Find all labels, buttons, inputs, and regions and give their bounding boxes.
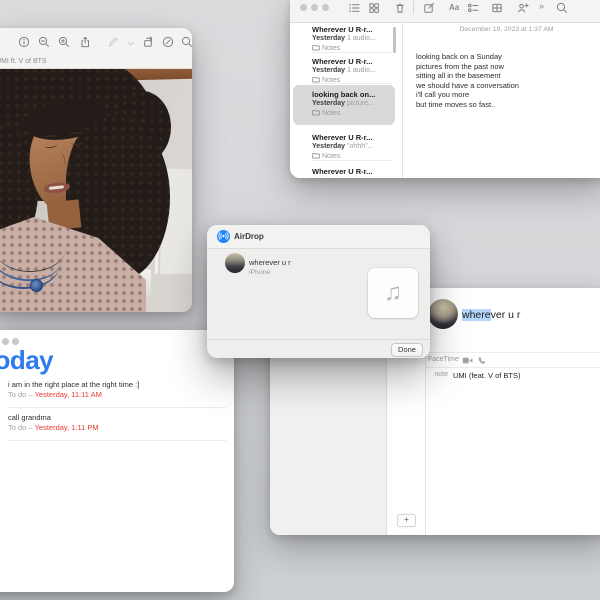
airdrop-dialog: AirDrop wherever u r iPhone ♫ Done: [207, 225, 430, 358]
airdrop-header: AirDrop: [207, 225, 430, 249]
note-text-line: i'll call you more: [416, 90, 469, 99]
note-text-line: sitting all in the basement: [416, 71, 501, 80]
reminder-time: Yesterday, 11:11 AM: [35, 390, 102, 399]
reminders-heading: Today: [0, 345, 53, 376]
annotate-icon[interactable]: [162, 36, 174, 48]
shared-file-tile: ♫: [368, 268, 418, 318]
blue-pendant: [30, 279, 43, 292]
note-text-line: looking back on a Sunday: [416, 52, 502, 61]
list-separator: [8, 440, 226, 441]
preview-window-title: UMI ft. V of BTS: [0, 58, 47, 65]
minimize-button[interactable]: [2, 338, 9, 345]
note-field-value[interactable]: UMI (feat. V of BTS): [453, 371, 521, 380]
note-date: December 19, 2023 at 1:37 AM: [403, 26, 600, 33]
preview-toolbar: [0, 28, 192, 56]
folder-icon-label: Notes: [322, 45, 340, 52]
phone-call-icon[interactable]: [477, 356, 486, 365]
preview-title-strip: UMI ft. V of BTS: [0, 56, 192, 69]
search-icon[interactable]: [556, 2, 568, 14]
list-separator: [312, 52, 392, 53]
toolbar-divider: [413, 1, 414, 14]
reminder-title: call grandma: [8, 413, 51, 422]
reminder-meta: To do – Yesterday, 11:11 AM: [8, 390, 102, 399]
row-separator: [426, 352, 600, 353]
info-icon[interactable]: [18, 36, 30, 48]
desktop: UMI ft. V of BTS: [0, 0, 600, 600]
chevron-down-icon[interactable]: [125, 38, 137, 50]
notes-toolbar: Aa »: [290, 0, 600, 23]
folder-icon-label: Notes: [322, 153, 340, 160]
contact-name[interactable]: wherever u r: [462, 309, 520, 321]
reminder-meta: To do – Yesterday, 1:11 PM: [8, 423, 99, 432]
list-separator: [8, 407, 226, 408]
row-separator: [426, 367, 600, 368]
add-contact-button[interactable]: +: [397, 514, 416, 527]
music-note-icon: ♫: [384, 279, 402, 307]
list-view-icon[interactable]: [348, 2, 360, 14]
collaborate-icon[interactable]: [517, 2, 529, 14]
gallery-view-icon[interactable]: [368, 2, 380, 14]
reminder-title: i am in the right place at the right tim…: [8, 380, 139, 389]
reminder-time: Yesterday, 1:11 PM: [35, 423, 99, 432]
airdrop-icon: [217, 230, 230, 243]
folder-icon-label: Notes: [322, 110, 340, 117]
note-text-line: but time moves so fast..: [416, 100, 495, 109]
airdrop-device-name[interactable]: wherever u r: [249, 258, 291, 267]
share-icon[interactable]: [79, 36, 91, 48]
zoom-button[interactable]: [322, 4, 329, 11]
footer-separator: [207, 339, 430, 340]
list-separator: [312, 160, 392, 161]
minimize-button[interactable]: [311, 4, 318, 11]
list-separator: [312, 83, 392, 84]
note-field-label: note: [426, 371, 448, 378]
preview-window: UMI ft. V of BTS: [0, 28, 192, 312]
note-editor[interactable]: December 19, 2023 at 1:37 AM looking bac…: [403, 23, 600, 178]
airdrop-device-type: iPhone: [249, 269, 270, 276]
table-icon[interactable]: [491, 2, 503, 14]
search-icon[interactable]: [181, 36, 193, 48]
note-text-line: pictures from the past now: [416, 62, 504, 71]
photo-of-woman: [0, 69, 192, 312]
facetime-label: FaceTime: [428, 356, 459, 363]
teeth: [49, 185, 64, 190]
close-button[interactable]: [300, 4, 307, 11]
reminders-window: Today i am in the right place at the rig…: [0, 330, 234, 592]
zoom-out-icon[interactable]: [38, 36, 50, 48]
note-text-line: we should have a conversation: [416, 81, 519, 90]
rotate-icon[interactable]: [142, 36, 154, 48]
zoom-button[interactable]: [12, 338, 19, 345]
zoom-in-icon[interactable]: [58, 36, 70, 48]
markup-icon[interactable]: [107, 36, 119, 48]
video-call-icon[interactable]: [462, 356, 473, 365]
format-icon[interactable]: Aa: [449, 3, 459, 12]
notes-window: Aa » Wherever U R-r... Yesterday 1 audio…: [290, 0, 600, 178]
compose-icon[interactable]: [423, 2, 435, 14]
checklist-icon[interactable]: [467, 2, 479, 14]
sidebar-scrollbar[interactable]: [393, 27, 396, 53]
done-button[interactable]: Done: [391, 343, 423, 357]
airdrop-device-avatar[interactable]: [225, 253, 245, 273]
airdrop-title: AirDrop: [234, 232, 264, 241]
more-tools-icon[interactable]: »: [539, 1, 544, 11]
trash-icon[interactable]: [394, 2, 406, 14]
contact-avatar[interactable]: [428, 299, 458, 329]
selected-text: where: [462, 309, 491, 321]
notes-sidebar: Wherever U R-r... Yesterday 1 audio... N…: [290, 23, 403, 178]
